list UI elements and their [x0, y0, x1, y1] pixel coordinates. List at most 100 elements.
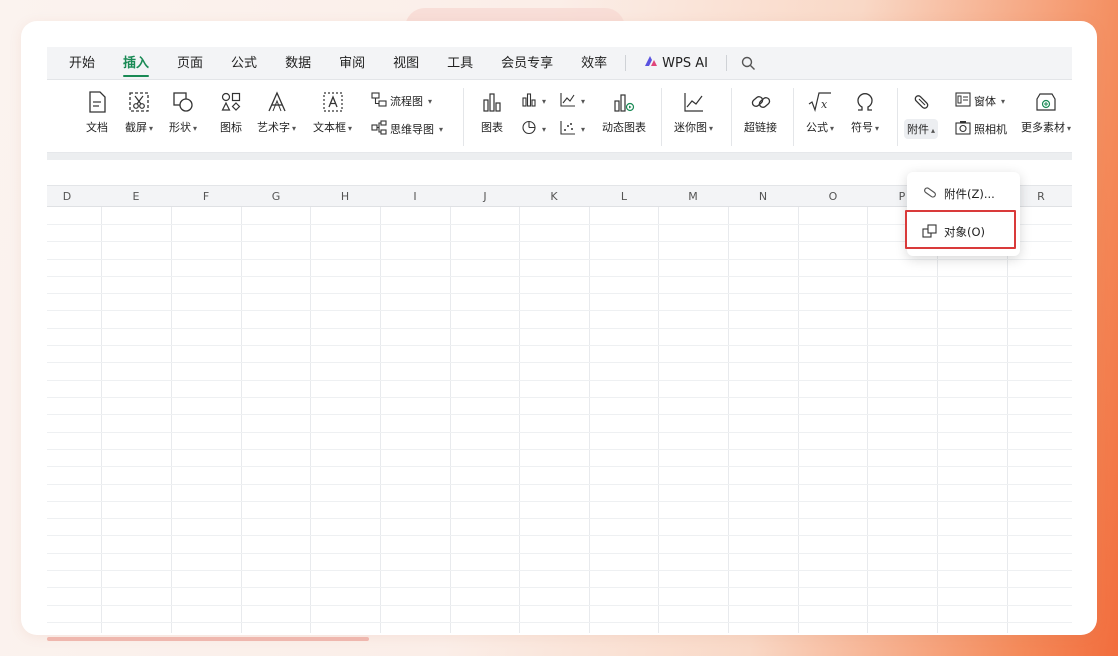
wordart-button[interactable]: 艺术字 ▾: [257, 90, 296, 135]
tab-tools[interactable]: 工具: [433, 47, 487, 80]
mindmap-button[interactable]: 思维导图 ▾: [371, 120, 443, 138]
grid-row-line: [47, 328, 1072, 329]
tab-wps-ai[interactable]: WPS AI: [630, 47, 722, 80]
tab-view[interactable]: 视图: [379, 47, 433, 80]
link-icon: [749, 90, 773, 114]
chevron-down-icon: ▾: [193, 124, 198, 133]
flowchart-label: 流程图: [390, 95, 423, 108]
shapes-button[interactable]: 形状 ▾: [169, 90, 197, 135]
column-header[interactable]: N: [753, 186, 773, 207]
grid-row-line: [47, 380, 1072, 381]
doc-button[interactable]: 文档: [85, 90, 109, 135]
chevron-up-icon: ▴: [931, 126, 936, 135]
grid-row-line: [47, 605, 1072, 606]
insert-ribbon: 文档 截屏 ▾ 形状 ▾ 图标 艺术字 ▾ 文本框 ▾ 流程图 ▾ 思维导图 ▾…: [47, 80, 1072, 153]
attachment-button[interactable]: 附件 ▴: [904, 90, 939, 139]
formula-label: 公式: [806, 121, 828, 134]
symbol-button[interactable]: 符号 ▾: [851, 90, 879, 135]
tab-member[interactable]: 会员专享: [487, 47, 567, 80]
tab-separator: [625, 55, 627, 71]
cell-grid[interactable]: [47, 207, 1072, 633]
ribbon-divider: [793, 88, 794, 146]
tab-insert[interactable]: 插入: [109, 47, 163, 80]
column-header[interactable]: E: [126, 186, 146, 207]
symbol-label: 符号: [851, 121, 873, 134]
chevron-down-icon: ▾: [1067, 124, 1072, 133]
camera-label: 照相机: [974, 123, 1007, 136]
menu-item-attachment[interactable]: 附件(Z)...: [907, 178, 1020, 210]
tab-data[interactable]: 数据: [271, 47, 325, 80]
column-header[interactable]: J: [475, 186, 495, 207]
column-header[interactable]: F: [196, 186, 216, 207]
tab-efficiency[interactable]: 效率: [567, 47, 621, 80]
tab-review[interactable]: 审阅: [325, 47, 379, 80]
chevron-down-icon: ▾: [581, 96, 586, 106]
attachment-label: 附件: [907, 123, 929, 136]
column-header[interactable]: R: [1031, 186, 1051, 207]
radical-icon: x: [808, 90, 832, 114]
camera-button[interactable]: 照相机: [955, 120, 1007, 138]
icons-button[interactable]: 图标: [219, 90, 243, 135]
column-chart-dropdown[interactable]: ▾: [521, 92, 546, 110]
grid-row-line: [47, 553, 1072, 554]
search-button[interactable]: [731, 47, 766, 80]
chart-label: 图表: [481, 121, 503, 134]
wps-ai-logo-icon: [644, 47, 658, 80]
grid-row-line: [47, 449, 1072, 450]
line-chart-icon: [560, 92, 576, 110]
column-header[interactable]: H: [335, 186, 355, 207]
hyperlink-button[interactable]: 超链接: [744, 90, 777, 135]
form-button[interactable]: 窗体 ▾: [955, 92, 1005, 110]
icons-label: 图标: [220, 121, 242, 134]
paperclip-icon: [909, 90, 933, 114]
textbox-button[interactable]: 文本框 ▾: [313, 90, 352, 135]
chevron-down-icon: ▾: [348, 124, 353, 133]
screenshot-button[interactable]: 截屏 ▾: [125, 90, 153, 135]
formula-bar-strip: [47, 153, 1072, 160]
shapes-label: 形状: [169, 121, 191, 134]
column-header[interactable]: M: [683, 186, 703, 207]
column-header[interactable]: K: [544, 186, 564, 207]
line-chart-dropdown[interactable]: ▾: [560, 92, 585, 110]
grid-row-line: [47, 414, 1072, 415]
flowchart-button[interactable]: 流程图 ▾: [371, 92, 432, 110]
chevron-down-icon: ▾: [292, 124, 297, 133]
dynamic-chart-button[interactable]: 动态图表: [602, 90, 646, 135]
column-header[interactable]: G: [266, 186, 286, 207]
column-header[interactable]: O: [823, 186, 843, 207]
column-header[interactable]: L: [614, 186, 634, 207]
screenshot-label: 截屏: [125, 121, 147, 134]
svg-text:x: x: [821, 98, 828, 111]
dynamic-chart-icon: [612, 90, 636, 114]
assets-icon: [1034, 90, 1058, 114]
hyperlink-label: 超链接: [744, 121, 777, 134]
grid-row-line: [47, 362, 1072, 363]
sparkline-button[interactable]: 迷你图 ▾: [674, 90, 713, 135]
ribbon-divider: [661, 88, 662, 146]
column-header[interactable]: D: [57, 186, 77, 207]
scatter-chart-dropdown[interactable]: ▾: [560, 120, 585, 138]
ribbon-tab-bar: 开始 插入 页面 公式 数据 审阅 视图 工具 会员专享 效率 WPS AI: [47, 47, 1072, 80]
ribbon-divider: [731, 88, 732, 146]
grid-row-line: [47, 397, 1072, 398]
paperclip-icon: [922, 186, 938, 203]
column-header[interactable]: I: [405, 186, 425, 207]
wps-ai-label: WPS AI: [662, 55, 708, 71]
tab-separator: [725, 55, 727, 71]
grid-row-line: [47, 345, 1072, 346]
grid-row-line: [47, 570, 1072, 571]
formula-button[interactable]: x 公式 ▾: [806, 90, 834, 135]
pie-chart-dropdown[interactable]: ▾: [521, 120, 546, 138]
pie-chart-icon: [521, 120, 537, 138]
tab-page[interactable]: 页面: [163, 47, 217, 80]
sparkline-label: 迷你图: [674, 121, 707, 134]
tab-home[interactable]: 开始: [55, 47, 109, 80]
grid-row-line: [47, 484, 1072, 485]
tab-formula[interactable]: 公式: [217, 47, 271, 80]
chevron-down-icon: ▾: [1001, 96, 1006, 106]
chart-button[interactable]: 图表: [480, 90, 504, 135]
more-assets-label: 更多素材: [1021, 121, 1065, 134]
textbox-icon: [321, 90, 345, 114]
grid-row-line: [47, 535, 1072, 536]
more-assets-button[interactable]: 更多素材 ▾: [1021, 90, 1071, 135]
